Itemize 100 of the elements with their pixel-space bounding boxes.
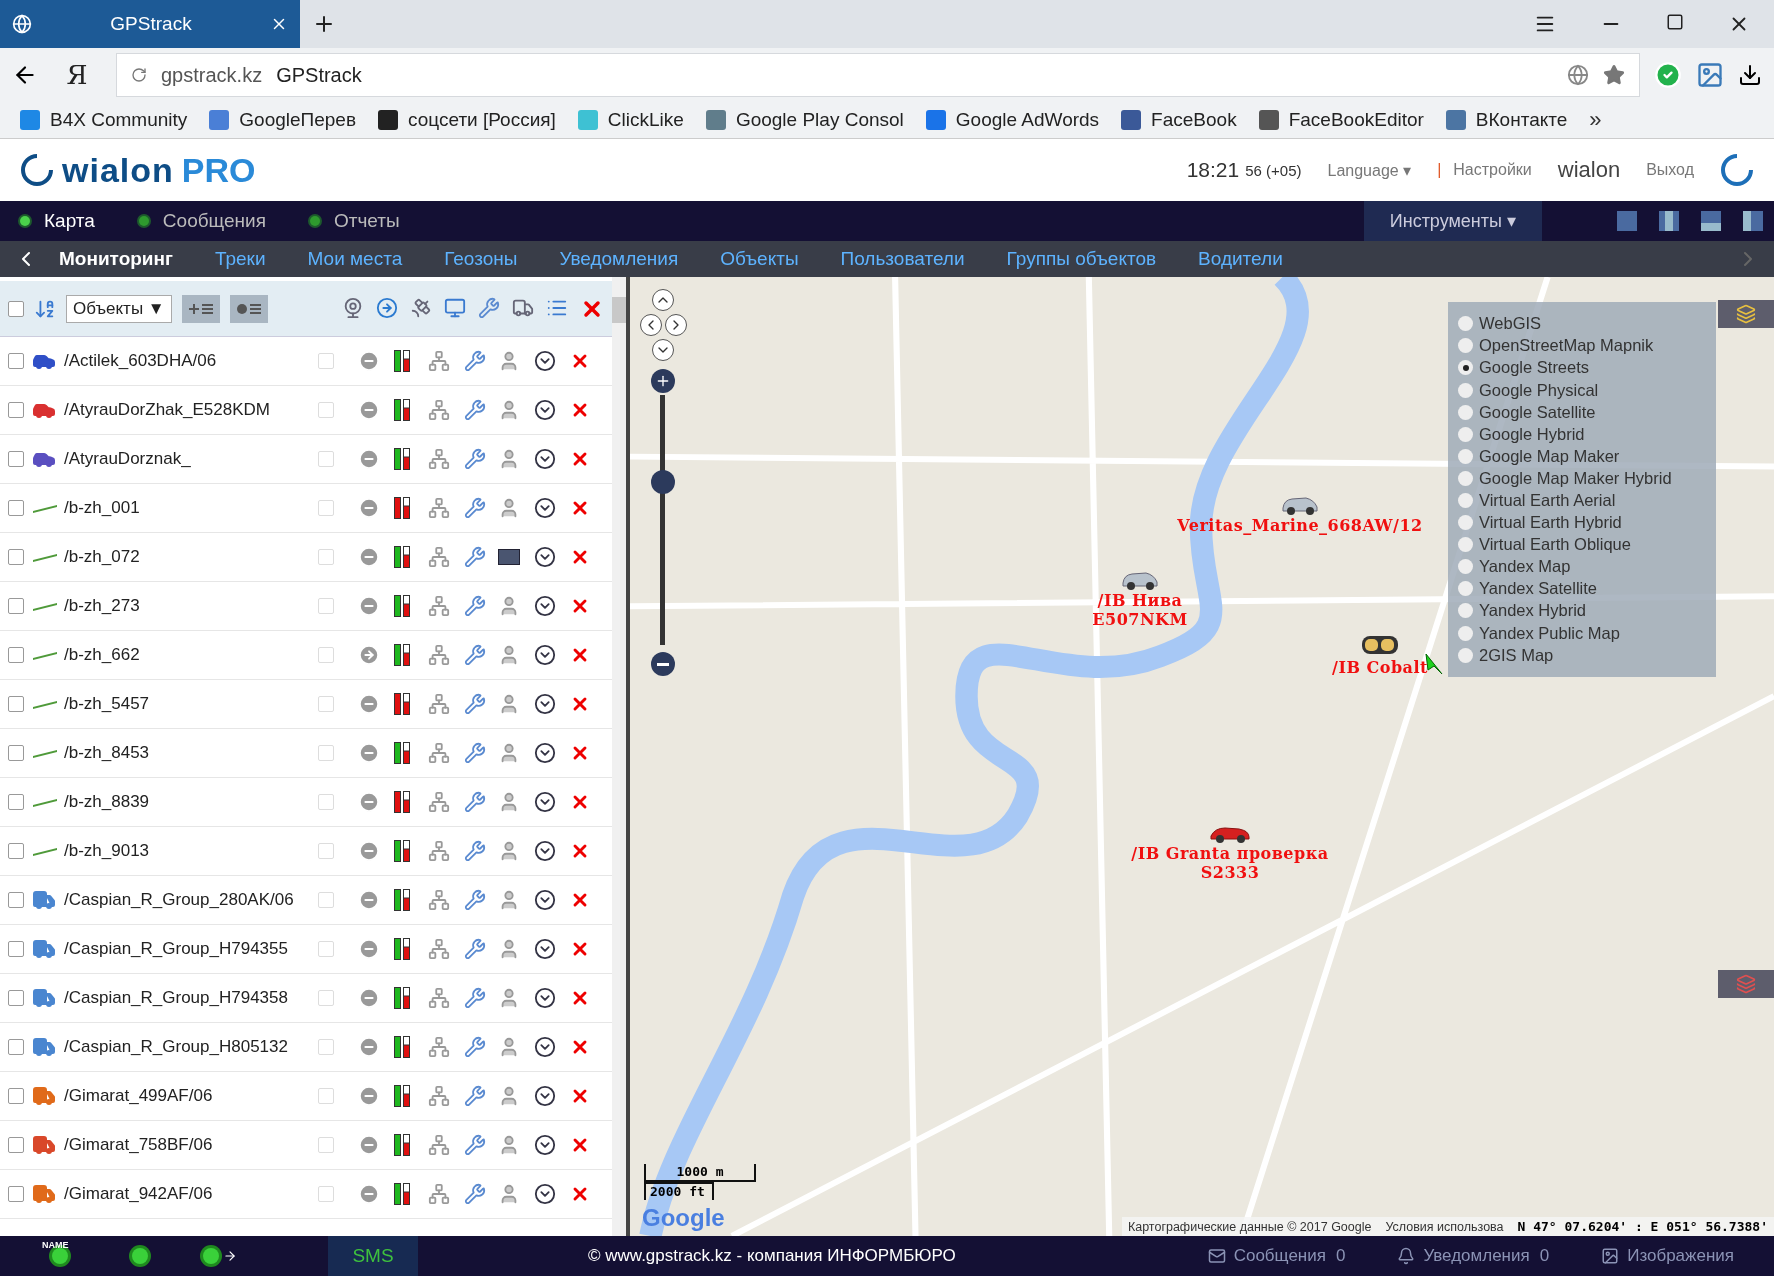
- checkbox[interactable]: [8, 1039, 24, 1055]
- radio-button[interactable]: [1458, 559, 1473, 575]
- maximize-icon[interactable]: [1666, 13, 1684, 31]
- bookmark-link[interactable]: ВКонтакте: [1445, 109, 1568, 131]
- status-led[interactable]: [203, 1248, 219, 1264]
- subnav-tab[interactable]: Мои места: [286, 248, 424, 270]
- radio-button[interactable]: [1458, 316, 1473, 332]
- terms-link[interactable]: Условия использова: [1385, 1219, 1504, 1234]
- wrench-icon[interactable]: [464, 742, 486, 764]
- unit-row[interactable]: /b-zh_273: [0, 582, 612, 631]
- network-icon[interactable]: [428, 399, 450, 421]
- expand-icon[interactable]: [534, 938, 556, 960]
- unit-row[interactable]: /b-zh_662: [0, 631, 612, 680]
- unit-row[interactable]: /Caspian_R_Group_H794358: [0, 974, 612, 1023]
- subnav-tab[interactable]: Мониторинг: [38, 248, 194, 270]
- images-link[interactable]: Изображения: [1601, 1246, 1734, 1266]
- layer-option[interactable]: Google Hybrid: [1458, 424, 1706, 444]
- expand-icon[interactable]: [534, 644, 556, 666]
- network-icon[interactable]: [428, 1183, 450, 1205]
- layer-option[interactable]: 2GIS Map: [1458, 645, 1706, 665]
- radio-button[interactable]: [1458, 603, 1473, 619]
- wrench-icon[interactable]: [464, 1183, 486, 1205]
- network-icon[interactable]: [428, 938, 450, 960]
- browser-tab[interactable]: GPStrack: [0, 0, 300, 48]
- wrench-icon[interactable]: [464, 889, 486, 911]
- notifications-link[interactable]: Уведомления: [1397, 1246, 1530, 1266]
- expand-icon[interactable]: [534, 1036, 556, 1058]
- layout-icon[interactable]: [1742, 210, 1764, 232]
- unit-row[interactable]: /Caspian_R_Group_H794355: [0, 925, 612, 974]
- bookmark-link[interactable]: Google Play Consol: [705, 109, 904, 131]
- checkbox[interactable]: [8, 990, 24, 1006]
- wrench-icon[interactable]: [464, 497, 486, 519]
- layer-option[interactable]: Yandex Hybrid: [1458, 601, 1706, 621]
- bookmark-link[interactable]: ClickLike: [577, 109, 684, 131]
- expand-icon[interactable]: [534, 546, 556, 568]
- network-icon[interactable]: [428, 1036, 450, 1058]
- network-icon[interactable]: [428, 448, 450, 470]
- wrench-icon[interactable]: [464, 1134, 486, 1156]
- expand-icon[interactable]: [534, 1134, 556, 1156]
- wrench-icon[interactable]: [478, 296, 500, 319]
- protect-check-icon[interactable]: [1654, 61, 1682, 89]
- network-icon[interactable]: [428, 889, 450, 911]
- radio-button[interactable]: [1458, 360, 1473, 376]
- download-icon[interactable]: [1738, 63, 1762, 87]
- unit-row[interactable]: /b-zh_9013: [0, 827, 612, 876]
- radio-button[interactable]: [1458, 470, 1473, 486]
- layer-option[interactable]: Virtual Earth Oblique: [1458, 534, 1706, 555]
- subnav-tab[interactable]: Пользователи: [819, 248, 986, 270]
- checkbox[interactable]: [8, 500, 24, 516]
- network-icon[interactable]: [428, 791, 450, 813]
- wrench-icon[interactable]: [464, 448, 486, 470]
- unit-row[interactable]: /b-zh_001: [0, 484, 612, 533]
- bookmark-link[interactable]: Google AdWords: [925, 109, 1100, 131]
- checkbox[interactable]: [8, 843, 24, 859]
- radio-button[interactable]: [1458, 515, 1473, 531]
- sms-button[interactable]: SMS: [328, 1236, 418, 1276]
- layer-option[interactable]: Google Map Maker: [1458, 446, 1706, 467]
- wrench-icon[interactable]: [464, 987, 486, 1009]
- bookmark-link[interactable]: FaceBookEditor: [1258, 109, 1424, 131]
- layer-option[interactable]: Virtual Earth Hybrid: [1458, 512, 1706, 533]
- unit-row[interactable]: /b-zh_8453: [0, 729, 612, 778]
- layers-toggle-button[interactable]: [1718, 300, 1774, 328]
- wrench-icon[interactable]: [464, 693, 486, 715]
- network-icon[interactable]: [428, 987, 450, 1009]
- checkbox[interactable]: [8, 1137, 24, 1153]
- monitor-icon[interactable]: [444, 296, 466, 319]
- bookmark-link[interactable]: B4X Community: [20, 109, 188, 131]
- layout-icon[interactable]: [1700, 210, 1722, 232]
- expand-icon[interactable]: [534, 1183, 556, 1205]
- wrench-icon[interactable]: [464, 595, 486, 617]
- wrench-icon[interactable]: [464, 1085, 486, 1107]
- checkbox[interactable]: [8, 300, 24, 317]
- network-icon[interactable]: [428, 546, 450, 568]
- expand-icon[interactable]: [534, 693, 556, 715]
- radio-button[interactable]: [1458, 338, 1473, 354]
- checkbox[interactable]: [8, 745, 24, 761]
- expand-icon[interactable]: [534, 987, 556, 1009]
- expand-icon[interactable]: [534, 1085, 556, 1107]
- radio-button[interactable]: [1458, 426, 1473, 442]
- filter-dropdown[interactable]: Объекты ▼: [66, 294, 172, 323]
- layer-option[interactable]: WebGIS: [1458, 314, 1706, 334]
- logout-link[interactable]: Выход: [1646, 161, 1694, 179]
- wrench-icon[interactable]: [464, 546, 486, 568]
- reload-icon[interactable]: [131, 67, 147, 83]
- network-icon[interactable]: [428, 497, 450, 519]
- layer-option[interactable]: OpenStreetMap Mapnik: [1458, 336, 1706, 356]
- checkbox[interactable]: [8, 402, 24, 418]
- network-icon[interactable]: [428, 742, 450, 764]
- wrench-icon[interactable]: [464, 938, 486, 960]
- subnav-tab[interactable]: Треки: [193, 248, 287, 270]
- network-icon[interactable]: [428, 840, 450, 862]
- subnav-tab[interactable]: Уведомления: [538, 248, 700, 270]
- subnav-tab[interactable]: Объекты: [699, 248, 820, 270]
- expand-icon[interactable]: [534, 840, 556, 862]
- radio-button[interactable]: [1458, 537, 1473, 553]
- wrench-icon[interactable]: [464, 1036, 486, 1058]
- wrench-icon[interactable]: [464, 791, 486, 813]
- status-led[interactable]: [52, 1248, 68, 1264]
- tools-dropdown[interactable]: Инструменты ▾: [1363, 201, 1542, 241]
- network-icon[interactable]: [428, 644, 450, 666]
